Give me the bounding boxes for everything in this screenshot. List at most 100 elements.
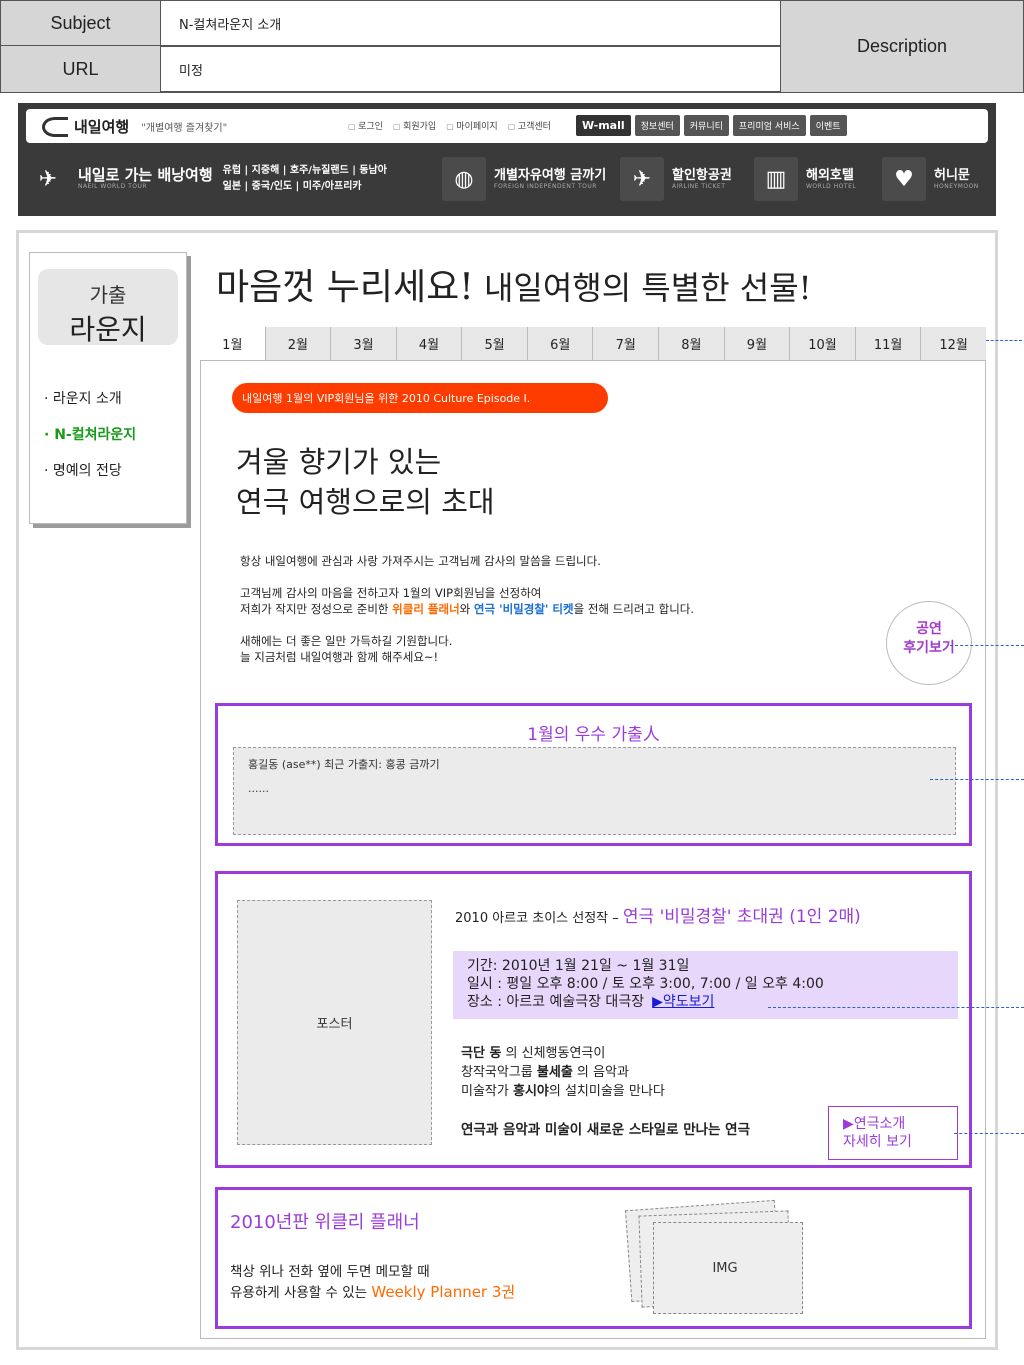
- tab-month-4[interactable]: 4월: [396, 327, 463, 360]
- sidebar-item-lounge-intro[interactable]: · 라운지 소개: [44, 381, 136, 417]
- community-button[interactable]: 커뮤니티: [683, 115, 729, 136]
- planner-line2: 유용하게 사용할 수 있는 Weekly Planner 3권: [230, 1282, 515, 1303]
- sidebar-item-n-culture-lounge[interactable]: · N-컬쳐라운지: [44, 417, 136, 453]
- site-logo[interactable]: 내일여행 "개별여행 즐겨찾기": [42, 116, 227, 137]
- invitation-line1: 겨울 향기가 있는: [236, 445, 442, 479]
- nav-region-links[interactable]: 유럽 | 지중해 | 호주/뉴질랜드 | 동남아 일본 | 중국/인도 | 미주…: [223, 163, 387, 195]
- url-label: URL: [0, 45, 161, 93]
- premium-service-button[interactable]: 프리미엄 서비스: [732, 115, 806, 136]
- show-place-row: 장소 : 아르코 예술극장 대극장 ▶약도보기: [467, 993, 944, 1011]
- sidebar: 가출 라운지 · 라운지 소개 · N-컬쳐라운지 · 명예의 전당: [29, 252, 187, 524]
- planner-description: 책상 위나 전화 옆에 두면 메모할 때 유용하게 사용할 수 있는 Weekl…: [230, 1262, 515, 1303]
- customer-center-link[interactable]: 고객센터: [508, 119, 551, 132]
- nav-item2-title: 할인항공권: [672, 168, 732, 183]
- tab-month-7[interactable]: 7월: [593, 327, 660, 360]
- tab-month-3[interactable]: 3월: [331, 327, 397, 360]
- show-detail-line1: ▶연극소개: [843, 1116, 906, 1132]
- tab-month-10[interactable]: 10월: [790, 327, 856, 360]
- review-button-line1: 공연: [916, 621, 942, 637]
- building-icon: ▥: [754, 157, 798, 201]
- mypage-link[interactable]: 마이페이지: [446, 119, 497, 132]
- page-title-part1: 마음껏 누리세요!: [216, 267, 474, 308]
- music-group-name: 불세출: [536, 1065, 573, 1080]
- planner-line1: 책상 위나 전화 옆에 두면 메모할 때: [230, 1264, 430, 1280]
- tab-month-2[interactable]: 2월: [265, 327, 332, 360]
- airplane-icon: ✈: [620, 157, 664, 201]
- show-desc3-rest: 의 설치미술을 만나다: [548, 1084, 665, 1099]
- planner-highlight: Weekly Planner 3권: [371, 1283, 516, 1301]
- login-link[interactable]: 로그인: [348, 119, 383, 132]
- tab-month-11[interactable]: 11월: [855, 327, 922, 360]
- message-p2-text-c: 와: [459, 602, 474, 616]
- tab-month-5[interactable]: 5월: [462, 327, 528, 360]
- nav-honeymoon[interactable]: ♥ 허니문 HONEYMOON: [882, 157, 979, 201]
- episode-badge: 내일여행 1월의 VIP회원님을 위한 2010 Culture Episode…: [232, 383, 608, 413]
- message-paragraph-1: 항상 내일여행에 관심과 사랑 가져주시는 고객님께 감사의 말씀을 드립니다.: [240, 554, 601, 568]
- utility-links: 로그인 회원가입 마이페이지 고객센터: [348, 119, 551, 132]
- tab-month-12[interactable]: 12월: [921, 327, 986, 360]
- region-links-line1[interactable]: 유럽 | 지중해 | 호주/뉴질랜드 | 동남아: [223, 163, 387, 179]
- weekly-planner-highlight: 위클리 플래너: [392, 602, 460, 616]
- nav-independent-tour[interactable]: ◍ 개별자유여행 금까기 FOREIGN INDEPENDENT TOUR: [442, 157, 606, 201]
- show-detail-button[interactable]: ▶연극소개 자세히 보기: [828, 1106, 958, 1160]
- nav-item1-sub: FOREIGN INDEPENDENT TOUR: [494, 183, 597, 190]
- nav-main-title: 내일로 가는 배낭여행: [78, 166, 213, 184]
- show-description: 극단 동 의 신체행동연극이 창작국악그룹 불세출 의 음악과 미술작가 홍시야…: [461, 1044, 665, 1101]
- event-button[interactable]: 이벤트: [809, 115, 847, 136]
- region-links-line2[interactable]: 일본 | 중국/인도 | 미주/아프리카: [223, 179, 387, 195]
- logo-text: 내일여행: [74, 118, 130, 136]
- show-title-prefix: 2010 아르코 초이스 선정작 –: [455, 911, 623, 926]
- nav-main-sub: NAEIL WORLD TOUR: [78, 183, 148, 190]
- invitation-line2: 연극 여행으로의 초대: [236, 485, 495, 519]
- nav-item1-title: 개별자유여행 금까기: [494, 168, 607, 183]
- show-desc1-rest: 의 신체행동연극이: [501, 1046, 606, 1061]
- show-tagline: 연극과 음악과 미술이 새로운 스타일로 만나는 연극: [461, 1122, 751, 1138]
- nav-item4-title: 허니문: [934, 168, 970, 183]
- invitation-heading: 겨울 향기가 있는 연극 여행으로의 초대: [236, 442, 495, 522]
- message-p2-text-a: 저희가 작지만 정성으로 준비한: [240, 602, 393, 616]
- show-desc3-a: 미술작가: [461, 1084, 513, 1099]
- nav-item3-sub: WORLD HOTEL: [806, 183, 857, 190]
- show-desc-line3: 미술작가 홍시야의 설치미술을 만나다: [461, 1082, 665, 1101]
- annotation-line-tabs: [986, 340, 1022, 341]
- review-button[interactable]: 공연 후기보기: [886, 601, 972, 685]
- message-p2-text-e: 을 전해 드리려고 합니다.: [573, 602, 695, 616]
- best-member-list: 홍길동 (ase**) 최근 가출지: 홍콩 금까기 ......: [233, 747, 956, 835]
- info-center-button[interactable]: 정보센터: [634, 115, 680, 136]
- signup-link[interactable]: 회원가입: [393, 119, 436, 132]
- annotation-line-map: [768, 1007, 1024, 1008]
- logo-slogan: "개별여행 즐겨찾기": [141, 123, 228, 134]
- logo-icon: [42, 116, 68, 137]
- best-member-title: 1월의 우수 가출人: [527, 725, 660, 745]
- sidebar-item-hall-of-fame[interactable]: · 명예의 전당: [44, 453, 136, 489]
- show-time: 일시 : 평일 오후 8:00 / 토 오후 3:00, 7:00 / 일 오후…: [467, 976, 824, 992]
- tab-month-1[interactable]: 1월: [200, 327, 266, 360]
- message-p2-line2: 저희가 작지만 정성으로 준비한 위클리 플래너와 연극 '비밀경찰' 티켓을 …: [240, 601, 694, 617]
- url-value: 미정: [160, 45, 781, 93]
- heart-icon: ♥: [882, 157, 926, 201]
- spec-table: Subject N-컬쳐라운지 소개 URL 미정 Description: [0, 0, 1024, 93]
- map-link[interactable]: ▶약도보기: [652, 994, 714, 1010]
- tab-month-8[interactable]: 8월: [659, 327, 725, 360]
- nav-world-hotel[interactable]: ▥ 해외호텔 WORLD HOTEL: [754, 157, 856, 201]
- wmall-button[interactable]: W-mall: [576, 115, 631, 136]
- nav-item4-sub: HONEYMOON: [934, 183, 979, 190]
- nav-backpack-tour[interactable]: ✈ 내일로 가는 배낭여행 NAEIL WORLD TOUR 유럽 | 지중해 …: [26, 157, 387, 201]
- sidebar-menu: · 라운지 소개 · N-컬쳐라운지 · 명예의 전당: [44, 381, 136, 489]
- play-ticket-highlight: 연극 '비밀경찰' 티켓: [473, 602, 574, 616]
- tab-month-9[interactable]: 9월: [724, 327, 791, 360]
- message-p3-line1: 새해에는 더 좋은 일만 가득하길 기원합니다.: [240, 634, 453, 648]
- site-header: 내일여행 "개별여행 즐겨찾기" 로그인 회원가입 마이페이지 고객센터 W-m…: [18, 103, 996, 216]
- best-member-more: ......: [248, 782, 269, 795]
- page-title: 마음껏 누리세요! 내일여행의 특별한 선물!: [216, 258, 812, 310]
- main-nav: ✈ 내일로 가는 배낭여행 NAEIL WORLD TOUR 유럽 | 지중해 …: [18, 151, 996, 213]
- show-place: 장소 : 아르코 예술극장 대극장: [467, 994, 645, 1010]
- show-title: 2010 아르코 초이스 선정작 – 연극 '비밀경찰' 초대권 (1인 2매): [455, 902, 861, 927]
- troupe-name: 극단 동: [461, 1046, 502, 1061]
- subject-label: Subject: [0, 0, 161, 46]
- nav-airline-ticket[interactable]: ✈ 할인항공권 AIRLINE TICKET: [620, 157, 732, 201]
- planner-title: 2010년판 위클리 플래너: [230, 1212, 420, 1233]
- tab-month-6[interactable]: 6월: [527, 327, 594, 360]
- description-label: Description: [780, 0, 1024, 93]
- message-p2-line1: 고객님께 감사의 마음을 전하고자 1월의 VIP회원님을 선정하여: [240, 586, 542, 600]
